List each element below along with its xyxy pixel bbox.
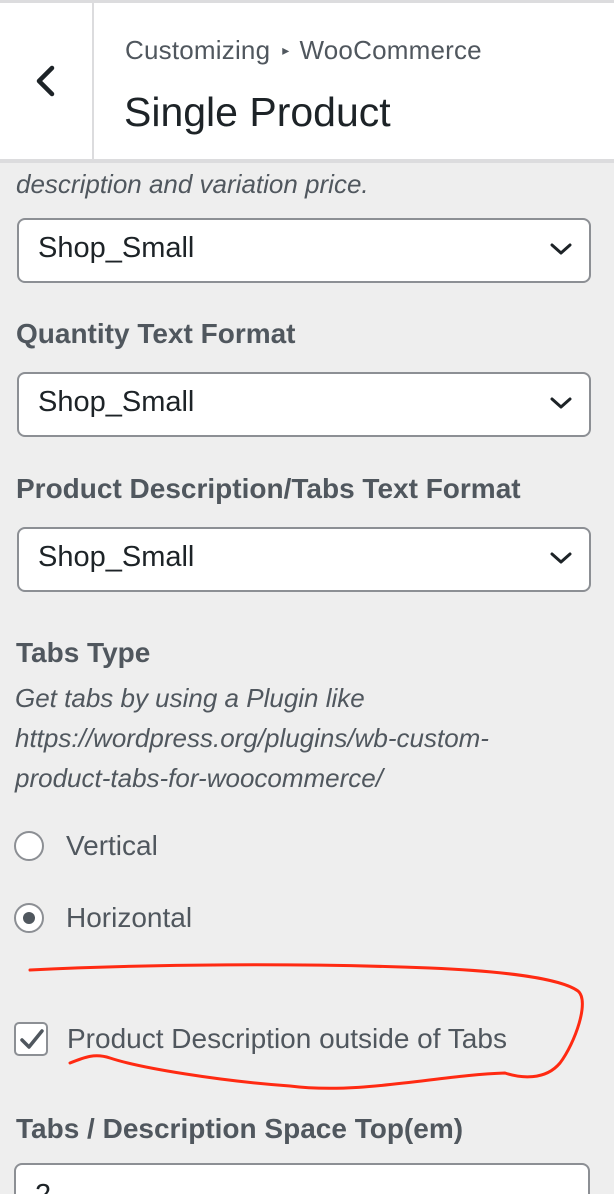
product-text-format-select[interactable]: Shop_Small [17,218,591,283]
help-line: Get tabs by using a Plugin like [15,683,365,713]
description-tabs-text-format-select[interactable]: Shop_Small [17,527,591,592]
space-top-input[interactable]: 2 [14,1163,590,1194]
customizer-panel: Customizing ▸ WooCommerce Single Product d… [0,0,614,1194]
control-description: description and variation price. [16,169,369,199]
breadcrumb-section: WooCommerce [299,35,482,65]
panel-title: Single Product [124,89,391,135]
chevron-left-icon [36,65,55,97]
chevron-down-icon [550,552,572,564]
description-outside-tabs-checkbox-row[interactable]: Product Description outside of Tabs [14,1019,507,1059]
panel-header: Customizing ▸ WooCommerce Single Product [0,0,614,163]
radio-label: Vertical [66,830,158,861]
tabs-type-help: Get tabs by using a Plugin like https://… [15,678,605,798]
checkbox-label: Product Description outside of Tabs [67,1023,507,1054]
chevron-down-icon [550,397,572,409]
breadcrumb-separator-icon: ▸ [282,41,290,58]
panel-content: description and variation price. Shop_Sm… [0,163,614,1194]
input-value: 2 [35,1179,51,1194]
back-button[interactable] [0,3,94,159]
breadcrumb-root: Customizing [125,35,271,65]
checkmark-icon [20,1029,44,1049]
tabs-type-option-vertical[interactable]: Vertical [14,826,158,866]
quantity-text-format-label: Quantity Text Format [16,318,296,349]
radio-button-selected[interactable] [14,903,44,933]
help-line: product-tabs-for-woocommerce/ [15,763,383,793]
quantity-text-format-select[interactable]: Shop_Small [17,372,591,437]
space-top-label: Tabs / Description Space Top(em) [16,1113,464,1144]
description-tabs-text-format-label: Product Description/Tabs Text Format [16,473,521,504]
radio-label: Horizontal [66,902,193,933]
select-value: Shop_Small [38,232,195,264]
radio-button[interactable] [14,831,44,861]
chevron-down-icon [550,243,572,255]
tabs-type-option-horizontal[interactable]: Horizontal [14,898,192,938]
select-value: Shop_Small [38,386,195,418]
help-line: https://wordpress.org/plugins/wb-custom- [15,723,489,753]
select-value: Shop_Small [38,541,195,573]
breadcrumb: Customizing ▸ WooCommerce [125,35,482,66]
tabs-type-label: Tabs Type [16,637,151,668]
checkbox[interactable] [14,1022,48,1056]
